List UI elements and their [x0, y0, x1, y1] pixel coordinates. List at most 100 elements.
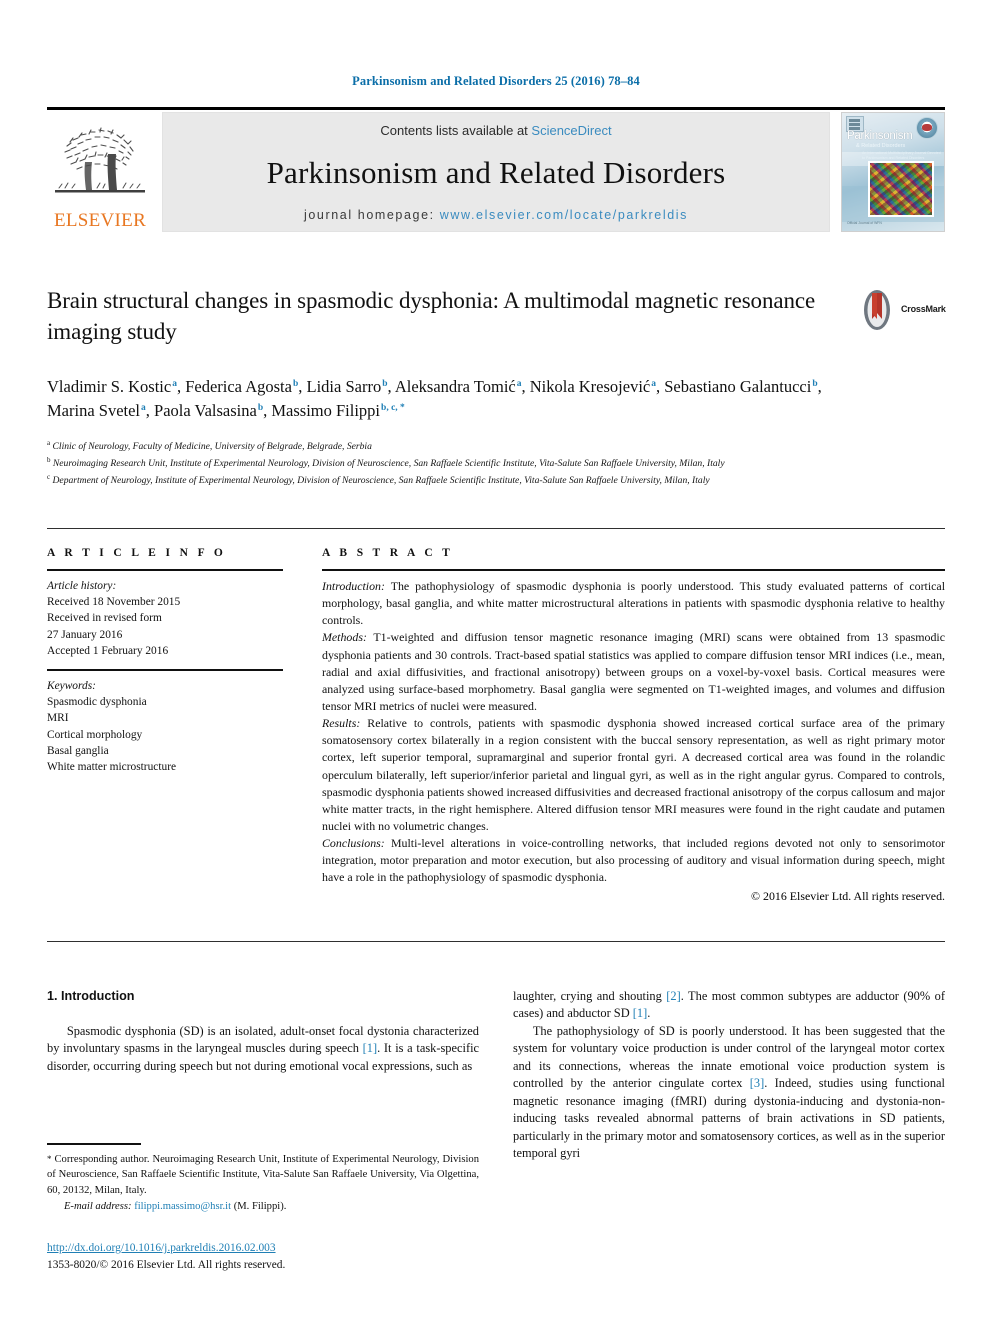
- author-name: Aleksandra Tomić: [394, 377, 516, 396]
- body-column-left: 1. Introduction Spasmodic dysphonia (SD)…: [47, 988, 479, 1075]
- issn-copyright-line: 1353-8020/© 2016 Elsevier Ltd. All right…: [47, 1258, 286, 1271]
- keyword-item: MRI: [47, 712, 69, 725]
- reference-link[interactable]: [1]: [363, 1041, 377, 1055]
- affiliation-list: a Clinic of Neurology, Faculty of Medici…: [47, 438, 877, 488]
- crossmark-badge[interactable]: CrossMark: [855, 288, 947, 336]
- affiliation-item: a Clinic of Neurology, Faculty of Medici…: [47, 439, 372, 453]
- cover-footer-text: Official Journal of WFN: [847, 220, 882, 225]
- author-affiliation-marker: a: [516, 378, 522, 389]
- author-name: Federica Agosta: [185, 377, 292, 396]
- keywords-label: Keywords:: [47, 679, 96, 692]
- reference-link[interactable]: [1]: [633, 1006, 647, 1020]
- author-name: Massimo Filippi: [271, 401, 381, 421]
- cover-society-seal-icon: [916, 117, 938, 139]
- journal-banner: ELSEVIER Contents lists available at Sci…: [47, 107, 945, 233]
- article-history-item: Received in revised form: [47, 612, 162, 625]
- doi-link[interactable]: http://dx.doi.org/10.1016/j.parkreldis.2…: [47, 1240, 479, 1257]
- author-affiliation-marker: b: [382, 378, 388, 389]
- abstract-section: Introduction: The pathophysiology of spa…: [322, 579, 945, 628]
- abstract-copyright: © 2016 Elsevier Ltd. All rights reserved…: [751, 888, 945, 903]
- page-title: Brain structural changes in spasmodic dy…: [47, 288, 816, 344]
- cover-subtitle: & Related Disorders: [856, 143, 906, 149]
- contents-line: Contents lists available at ScienceDirec…: [163, 123, 829, 138]
- contents-prefix: Contents lists available at: [380, 123, 532, 138]
- section-heading-introduction: 1. Introduction: [47, 989, 135, 1003]
- body-paragraph: Spasmodic dysphonia (SD) is an isolated,…: [47, 1023, 480, 1073]
- footnote-text: Corresponding author. Neuroimaging Resea…: [47, 1154, 479, 1196]
- abstract-column: A B S T R A C T Introduction: The pathop…: [322, 547, 945, 904]
- cover-artwork: [868, 161, 934, 217]
- body-column-right: laughter, crying and shouting [2]. The m…: [513, 988, 945, 1163]
- author-list: Vladimir S. Kostica, Federica Agostab, L…: [47, 377, 822, 421]
- abstract-section-label: Introduction:: [322, 579, 385, 593]
- journal-homepage-line: journal homepage: www.elsevier.com/locat…: [163, 208, 829, 222]
- keyword-item: White matter microstructure: [47, 760, 177, 773]
- cover-masthead: Parkinsonism: [847, 130, 913, 142]
- author-name: Paola Valsasina: [154, 401, 257, 421]
- abstract-heading: A B S T R A C T: [322, 547, 454, 559]
- author-affiliation-marker: a: [651, 378, 656, 389]
- abstract-section-label: Methods:: [322, 630, 367, 645]
- elsevier-logo: ELSEVIER: [47, 112, 153, 233]
- keywords-items: Spasmodic dysphonia MRI Cortical morpholog…: [47, 694, 283, 775]
- keyword-item: Cortical morphology: [47, 728, 143, 741]
- abstract-section: Methods: T1-weighted and diffusion tenso…: [322, 630, 945, 713]
- body-paragraph: laughter, crying and shouting [2]. The m…: [513, 989, 945, 1021]
- author-affiliation-marker: b, c, *: [381, 402, 405, 413]
- keywords-block: Keywords: Spasmodic dysphonia MRI Cortical…: [47, 678, 283, 775]
- article-history-item: 27 January 2016: [47, 628, 123, 641]
- journal-homepage-link[interactable]: www.elsevier.com/locate/parkreldis: [440, 208, 688, 222]
- author-name: Vladimir S. Kostic: [47, 377, 172, 396]
- author-affiliation-marker: b: [292, 378, 299, 389]
- elsevier-wordmark: ELSEVIER: [53, 210, 147, 231]
- article-history: Article history: Received 18 November 20…: [47, 578, 283, 659]
- reference-link[interactable]: [2]: [666, 989, 680, 1003]
- abstract-section: Conclusions: Multi-level alterations in …: [322, 836, 945, 885]
- body-left-paragraphs: Spasmodic dysphonia (SD) is an isolated,…: [47, 1023, 479, 1075]
- article-history-label: Article history:: [47, 580, 117, 592]
- banner-center: Contents lists available at ScienceDirec…: [162, 112, 830, 232]
- elsevier-tree-icon: [55, 127, 145, 193]
- body-right-paragraphs: laughter, crying and shouting [2]. The m…: [513, 988, 945, 1163]
- email-suffix: (M. Filippi).: [231, 1201, 287, 1213]
- author-affiliation-marker: a: [141, 402, 146, 413]
- corresponding-email-link[interactable]: filippi.massimo@hsr.it: [134, 1201, 231, 1212]
- affiliation-marker: a: [47, 439, 51, 447]
- crossmark-label: CrossMark: [901, 304, 946, 314]
- author-name: Sebastiano Galantucci: [664, 377, 812, 396]
- author-name: Nikola Kresojević: [529, 377, 651, 396]
- keyword-item: Basal ganglia: [47, 744, 109, 757]
- journal-article-page: Parkinsonism and Related Disorders 25 (2…: [0, 0, 992, 1323]
- abstract-body: Introduction: The pathophysiology of spa…: [322, 578, 945, 887]
- article-history-item: Accepted 1 February 2016: [47, 644, 169, 657]
- affiliation-item: b Neuroimaging Research Unit, Institute …: [47, 455, 725, 469]
- doi-block: http://dx.doi.org/10.1016/j.parkreldis.2…: [47, 1240, 479, 1273]
- article-history-items: Received 18 November 2015 Received in rev…: [47, 594, 283, 659]
- abstract-section-label: Results:: [322, 716, 361, 731]
- corresponding-author-footnote: * Corresponding author. Neuroimaging Res…: [47, 1152, 479, 1214]
- article-info-heading: A R T I C L E I N F O: [47, 547, 227, 559]
- article-history-item: Received 18 November 2015: [47, 596, 181, 609]
- author-affiliation-marker: b: [257, 402, 264, 413]
- keywords-rule: [47, 668, 283, 671]
- footnote-rule: [47, 1143, 141, 1145]
- email-label: E-mail address:: [63, 1201, 132, 1213]
- reference-link[interactable]: [3]: [750, 1076, 764, 1090]
- affiliation-marker: c: [47, 472, 51, 481]
- keyword-item: Spasmodic dysphonia: [47, 696, 147, 709]
- homepage-prefix: journal homepage:: [303, 208, 440, 222]
- abstract-rule: [322, 569, 945, 571]
- author-affiliation-marker: a: [172, 378, 177, 389]
- sciencedirect-link[interactable]: ScienceDirect: [531, 123, 611, 138]
- crossmark-icon: [864, 290, 890, 330]
- author-affiliation-marker: b: [812, 378, 818, 389]
- article-info-rule: [47, 569, 283, 571]
- abstract-section-label: Conclusions:: [322, 836, 385, 851]
- abstract-section: Results: Relative to controls, patients …: [322, 716, 945, 833]
- journal-title: Parkinsonism and Related Disorders: [266, 155, 726, 190]
- rule-below-abstract: [47, 941, 945, 942]
- affiliation-marker: b: [47, 455, 51, 464]
- title-block: Brain structural changes in spasmodic dy…: [47, 286, 837, 348]
- author-name: Lidia Sarro: [306, 377, 382, 396]
- running-head: Parkinsonism and Related Disorders 25 (2…: [352, 74, 640, 88]
